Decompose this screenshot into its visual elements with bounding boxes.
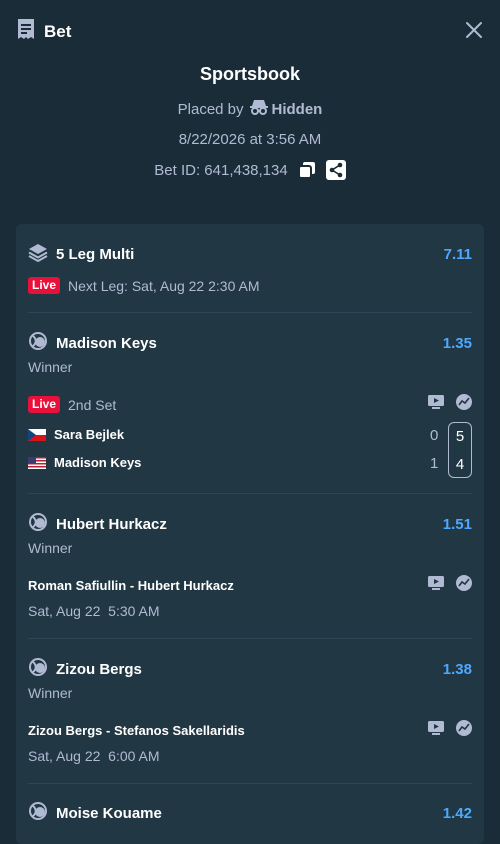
match-name: Zizou Bergs - Stefanos Sakellaridis: [28, 723, 245, 738]
leg-title-group: Moise Kouame: [28, 801, 162, 825]
multi-title: 5 Leg Multi: [56, 245, 135, 263]
placed-by-user: Hidden: [249, 99, 323, 119]
leg-action-icons: [428, 394, 472, 415]
bet-date: 8/22/2026 at 3:56 AM: [178, 131, 322, 148]
current-set-score: 5: [455, 428, 465, 445]
match-time: Sat, Aug 22 6:00 AM: [28, 748, 160, 764]
leg-selection: Madison Keys: [56, 334, 157, 352]
leg-market: Winner: [28, 540, 73, 556]
match-row[interactable]: Roman Safiullin - Hubert Hurkacz: [28, 575, 472, 596]
bet-card: 5 Leg Multi 7.11 Live Next Leg: Sat, Aug…: [16, 224, 484, 844]
header-title: Bet: [44, 21, 72, 41]
set-score: 1: [430, 455, 439, 472]
leg-action-icons: [428, 575, 472, 596]
header-title-group: Bet: [16, 18, 71, 45]
bet-header: Bet: [0, 0, 500, 60]
leg-title-group: Madison Keys: [28, 331, 157, 355]
leg-odds: 1.35: [442, 334, 472, 352]
current-set-score: 4: [455, 456, 465, 473]
czech-flag-icon: [28, 428, 46, 441]
leg-market: Winner: [28, 685, 73, 701]
multi-next-leg: Live Next Leg: Sat, Aug 22 2:30 AM: [28, 277, 472, 294]
leg-header[interactable]: Moise Kouame 1.42: [28, 801, 472, 825]
match-row[interactable]: Zizou Bergs - Stefanos Sakellaridis: [28, 720, 472, 741]
leg-header[interactable]: Madison Keys 1.35: [28, 331, 472, 355]
live-badge: Live: [28, 396, 61, 413]
layers-icon: [28, 242, 48, 266]
multi-odds: 7.11: [443, 245, 472, 263]
bet-id: Bet ID: 641,438,134: [154, 161, 288, 179]
leg-title-group: Hubert Hurkacz: [28, 512, 167, 536]
share-icon[interactable]: [325, 160, 346, 180]
live-badge: Live: [28, 277, 61, 294]
leg-market: Winner: [28, 359, 73, 375]
leg-selection: Hubert Hurkacz: [56, 515, 167, 533]
close-icon[interactable]: [464, 20, 484, 40]
leg-selection: Zizou Bergs: [56, 660, 142, 678]
leg-header[interactable]: Zizou Bergs 1.38: [28, 657, 472, 681]
placed-by: Placed by Hidden: [0, 99, 500, 119]
bet-summary: Sportsbook Placed by Hidden 8/22/2026 at…: [0, 62, 500, 180]
sportsbook-title: Sportsbook: [199, 64, 300, 84]
set-score: 0: [430, 427, 439, 444]
leg-header[interactable]: Hubert Hurkacz 1.51: [28, 512, 472, 536]
tennis-ball-icon: [28, 801, 48, 825]
copy-icon[interactable]: [297, 161, 316, 179]
tennis-ball-icon: [28, 512, 48, 536]
multi-title-group: 5 Leg Multi: [28, 242, 134, 266]
placed-by-username: Hidden: [271, 100, 323, 118]
placed-by-label: Placed by: [177, 100, 244, 118]
multi-header: 5 Leg Multi 7.11: [28, 242, 472, 266]
stats-icon[interactable]: [456, 720, 472, 741]
leg-selection: Moise Kouame: [56, 804, 162, 822]
bet-slip-icon: [16, 18, 36, 45]
tennis-ball-icon: [28, 331, 48, 355]
live-stream-icon[interactable]: [428, 721, 444, 740]
bet-id-row: Bet ID: 641,438,134: [0, 160, 500, 180]
live-stream-icon[interactable]: [428, 576, 444, 595]
tennis-ball-icon: [28, 657, 48, 681]
stats-icon[interactable]: [456, 394, 472, 415]
live-stream-icon[interactable]: [428, 395, 444, 414]
incognito-icon: [249, 99, 268, 119]
usa-flag-icon: [28, 456, 46, 469]
divider: [28, 638, 472, 639]
leg-live-row: Live 2nd Set: [28, 394, 472, 415]
match-name: Roman Safiullin - Hubert Hurkacz: [28, 578, 234, 593]
divider: [28, 493, 472, 494]
player-name: Sara Bejlek: [54, 427, 125, 442]
leg-odds: 1.51: [442, 515, 472, 533]
leg-action-icons: [428, 720, 472, 741]
leg-live-status: Live 2nd Set: [28, 396, 116, 413]
player-name: Madison Keys: [54, 455, 142, 470]
player-row: Sara Bejlek: [28, 427, 472, 442]
divider: [28, 783, 472, 784]
divider: [28, 312, 472, 313]
next-leg-text: Next Leg: Sat, Aug 22 2:30 AM: [68, 277, 260, 294]
leg-title-group: Zizou Bergs: [28, 657, 142, 681]
set-status: 2nd Set: [68, 396, 117, 413]
stats-icon[interactable]: [456, 575, 472, 596]
leg-odds: 1.38: [442, 660, 472, 678]
match-time: Sat, Aug 22 5:30 AM: [28, 603, 160, 619]
current-set-score-box: 5 4: [448, 422, 472, 478]
leg-odds: 1.42: [442, 804, 472, 822]
player-row: Madison Keys: [28, 455, 472, 470]
